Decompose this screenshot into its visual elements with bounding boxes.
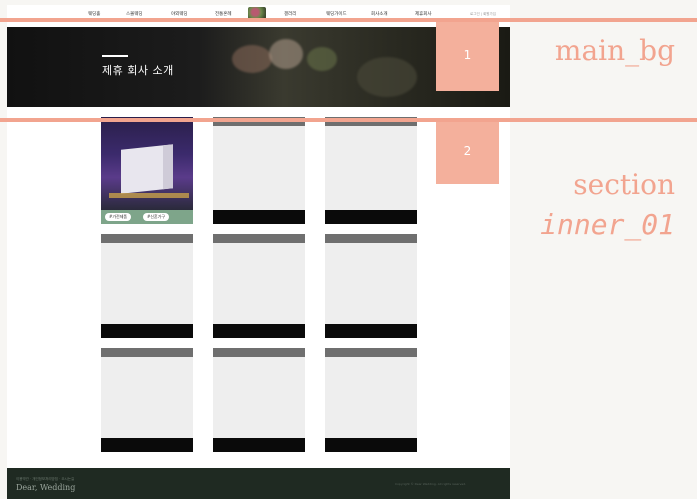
- hero-flower-decor: [307, 47, 337, 71]
- partner-photo: [101, 117, 193, 210]
- hero-title-line: [102, 55, 128, 57]
- card-footer-bar: [213, 324, 305, 338]
- partner-card[interactable]: [101, 348, 193, 452]
- label-main-bg: main_bg: [554, 34, 675, 67]
- card-footer-bar: [325, 324, 417, 338]
- label-section: section: [573, 168, 675, 201]
- page-mockup: 웨딩홀 스몰웨딩 야외웨딩 전통혼례 갤러리 웨딩가이드 회사소개 제휴회사 로…: [7, 5, 510, 499]
- partner-card[interactable]: [325, 234, 417, 338]
- partner-tags: #가전제품 #신혼가구: [101, 210, 193, 224]
- building-lights: [109, 193, 189, 198]
- hero-banner: 제휴 회사 소개: [7, 27, 510, 107]
- page-title: 제휴 회사 소개: [102, 64, 174, 77]
- partner-card[interactable]: [325, 117, 417, 224]
- partner-tag[interactable]: #신혼가구: [143, 213, 170, 221]
- hero-flower-decor: [357, 57, 417, 97]
- guide-line-main-bg: [0, 18, 697, 22]
- footer-brand: Dear, Wedding: [16, 483, 76, 492]
- nav-item-gallery[interactable]: 갤러리: [284, 11, 296, 17]
- partner-card[interactable]: [213, 117, 305, 224]
- hero-flower-decor: [269, 39, 303, 69]
- nav-item-guide[interactable]: 웨딩가이드: [326, 11, 347, 17]
- card-footer-bar: [101, 438, 193, 452]
- card-header-bar: [325, 348, 417, 357]
- card-header-bar: [101, 348, 193, 357]
- nav-item-outdoor-wedding[interactable]: 야외웨딩: [171, 11, 188, 17]
- card-footer-bar: [213, 210, 305, 224]
- card-footer-bar: [325, 210, 417, 224]
- hero-flower-decor: [232, 45, 272, 73]
- nav-item-partners[interactable]: 제휴회사: [415, 11, 432, 17]
- partner-card[interactable]: [213, 348, 305, 452]
- section-badge-2: 2: [436, 122, 499, 184]
- section-badge-1: 1: [436, 22, 499, 91]
- card-footer-bar: [101, 324, 193, 338]
- nav-item-traditional[interactable]: 전통혼례: [215, 11, 232, 17]
- building-image: [121, 144, 173, 194]
- footer-links[interactable]: 이용약관 · 개인정보처리방침 · 오시는길: [16, 477, 74, 482]
- partner-card[interactable]: [101, 234, 193, 338]
- card-footer-bar: [213, 438, 305, 452]
- site-footer: 이용약관 · 개인정보처리방침 · 오시는길 Dear, Wedding Cop…: [7, 468, 510, 499]
- partner-card[interactable]: [325, 348, 417, 452]
- partner-card-featured[interactable]: #가전제품 #신혼가구: [101, 117, 193, 224]
- card-header-bar: [213, 348, 305, 357]
- partner-card[interactable]: [213, 234, 305, 338]
- guide-line-section: [0, 118, 697, 122]
- nav-item-company[interactable]: 회사소개: [371, 11, 388, 17]
- label-inner: inner_01: [540, 208, 675, 241]
- partner-tag[interactable]: #가전제품: [105, 213, 132, 221]
- login-join-links[interactable]: 로그인 | 회원가입: [470, 12, 496, 17]
- nav-item-small-wedding[interactable]: 스몰웨딩: [126, 11, 143, 17]
- card-header-bar: [213, 234, 305, 243]
- card-header-bar: [325, 234, 417, 243]
- nav-item-weddinghall[interactable]: 웨딩홀: [88, 11, 100, 17]
- card-footer-bar: [325, 438, 417, 452]
- card-header-bar: [101, 234, 193, 243]
- footer-copyright: Copyright © Dear Wedding. All rights res…: [395, 482, 467, 486]
